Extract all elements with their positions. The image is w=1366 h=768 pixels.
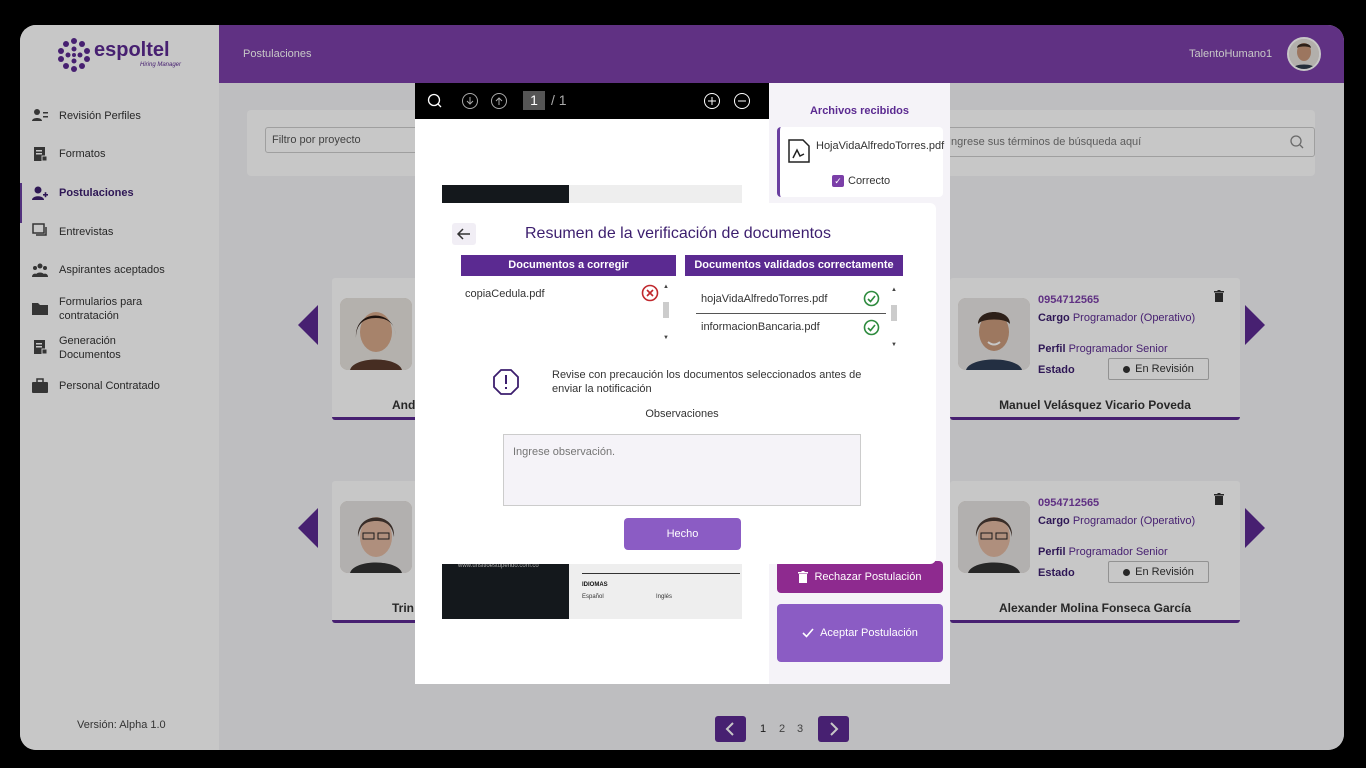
scroll-up-icon: ▲ (663, 284, 669, 290)
scroll-down-icon: ▼ (891, 342, 897, 348)
search-icon[interactable] (427, 93, 443, 109)
viewer-toolbar: 1 / 1 (415, 83, 769, 119)
verification-summary-modal: Resumen de la verificación de documentos… (428, 203, 936, 564)
validated-item[interactable]: hojaVidaAlfredoTorres.pdf (701, 293, 827, 305)
pdf-icon (788, 139, 810, 163)
back-button[interactable] (452, 223, 476, 245)
observations-label: Observaciones (645, 408, 719, 420)
page-total: / 1 (551, 92, 567, 108)
document-section-title: IDIOMAS (582, 582, 608, 588)
warning-text: Revise con precaución los documentos sel… (552, 369, 862, 395)
modal-title: Resumen de la verificación de documentos (525, 225, 831, 242)
scroll-down-icon: ▼ (663, 335, 669, 341)
page-number-input[interactable]: 1 (523, 91, 545, 110)
document-text: Español (582, 594, 604, 600)
done-button[interactable]: Hecho (624, 518, 741, 550)
zoom-out-icon[interactable] (733, 92, 751, 110)
accept-application-button[interactable]: Aceptar Postulación (777, 604, 943, 662)
reject-application-button[interactable]: Rechazar Postulación (777, 561, 943, 593)
error-icon (641, 284, 659, 302)
scrollbar[interactable]: ▲ ▼ (889, 287, 899, 351)
success-icon (863, 290, 880, 307)
scroll-down-icon[interactable] (461, 92, 479, 110)
file-card[interactable]: HojaVidaAlfredoTorres.pdf ✓ Correcto (777, 127, 945, 197)
success-icon (863, 319, 880, 336)
warning-icon (493, 369, 519, 395)
to-correct-item[interactable]: copiaCedula.pdf (465, 288, 545, 300)
zoom-in-icon[interactable] (703, 92, 721, 110)
divider (582, 573, 740, 574)
to-correct-header: Documentos a corregir (461, 255, 676, 276)
check-icon (802, 628, 814, 638)
files-title: Archivos recibidos (809, 105, 910, 117)
arrow-left-icon (456, 228, 470, 240)
trash-icon (798, 571, 809, 583)
observations-textarea[interactable] (503, 434, 861, 506)
validated-item[interactable]: informacionBancaria.pdf (701, 321, 820, 333)
validated-header: Documentos validados correctamente (685, 255, 903, 276)
file-name: HojaVidaAlfredoTorres.pdf (816, 140, 945, 152)
file-correct-checkbox[interactable]: ✓ Correcto (832, 175, 890, 187)
scroll-up-icon: ▲ (891, 287, 897, 293)
document-text: Inglés (656, 594, 673, 600)
scrollbar[interactable]: ▲ ▼ (661, 284, 671, 344)
scroll-up-icon[interactable] (490, 92, 508, 110)
divider (696, 313, 886, 314)
